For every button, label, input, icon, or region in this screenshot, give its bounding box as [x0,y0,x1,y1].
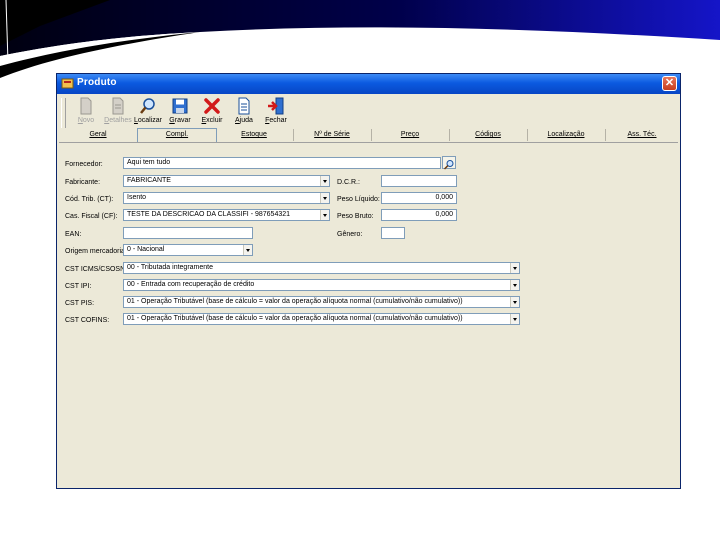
cst-pis-dropdown-icon[interactable] [510,297,519,307]
origin-select[interactable]: 0 - Nacional [123,244,253,256]
tab-estoque[interactable]: Estoque [215,129,294,141]
genre-field[interactable] [381,227,405,239]
tab-numero-serie[interactable]: Nº de Série [293,129,372,141]
tab-preco-label: Preço [400,131,420,138]
cst-ipi-select[interactable]: 00 - Entrada com recuperação de crédito [123,279,520,291]
cst-cofins-value: 01 - Operação Tributável (base de cálcul… [127,315,463,322]
tab-codigos-label: Códigos [475,131,501,138]
cst-cofins-select[interactable]: 01 - Operação Tributável (base de cálcul… [123,313,520,325]
net-weight-label: Peso Líquido: [337,196,380,203]
dcr-label: D.C.R.: [337,179,360,186]
manufacturer-value: FABRICANTE [127,177,171,184]
cst-pis-select[interactable]: 01 - Operação Tributável (base de cálcul… [123,296,520,308]
fiscal-class-select[interactable]: TESTE DA DESCRICAO DA CLASSIFI - 9876543… [123,209,330,221]
fiscal-class-label: Cas. Fiscal (CF): [65,213,118,220]
cst-icms-select[interactable]: 00 - Tributada integramente [123,262,520,274]
genre-label: Gênero: [337,231,363,238]
fiscal-class-dropdown-icon[interactable] [320,210,329,220]
tab-geral[interactable]: Geral [59,129,138,141]
cst-cofins-label: CST COFINS: [65,317,110,324]
cst-icms-label: CST ICMS/CSOSN: [65,266,128,273]
tab-numero-serie-label: Nº de Série [314,131,350,138]
search-icon [140,98,155,114]
cst-ipi-value: 00 - Entrada com recuperação de crédito [127,281,255,288]
toolbar-grip[interactable] [61,98,66,128]
fiscal-class-value: TESTE DA DESCRICAO DA CLASSIFI - 9876543… [127,211,291,218]
cst-ipi-label: CST IPI: [65,283,92,290]
details-document-icon [112,97,124,115]
new-document-icon [80,97,92,115]
window-titlebar[interactable]: Produto ✕ [57,74,680,94]
window-title: Produto [77,77,117,88]
tab-preco[interactable]: Preço [371,129,450,141]
save-icon [172,98,188,114]
exit-icon [268,97,284,115]
supplier-label: Fornecedor: [65,161,103,168]
manufacturer-dropdown-icon[interactable] [320,176,329,186]
cst-pis-label: CST PIS: [65,300,95,307]
search-icon [443,160,454,170]
header-swoosh-decoration [0,0,720,78]
tab-geral-label: Geral [89,131,107,138]
dcr-field[interactable] [381,175,457,187]
ean-field[interactable] [123,227,253,239]
supplier-field[interactable]: Aqui tem tudo [123,157,441,169]
origin-dropdown-icon[interactable] [243,245,252,255]
tab-codigos[interactable]: Códigos [449,129,528,141]
supplier-search-button[interactable] [442,156,456,170]
tax-code-dropdown-icon[interactable] [320,193,329,203]
gross-weight-field[interactable]: 0,000 [381,209,457,221]
cst-pis-value: 01 - Operação Tributável (base de cálcul… [127,298,463,305]
delete-icon [204,98,220,114]
tab-assistencia-tecnica-label: Ass. Téc. [627,131,657,138]
gross-weight-label: Peso Bruto: [337,213,374,220]
help-icon [238,97,250,115]
window-close-button[interactable]: ✕ [662,76,677,91]
net-weight-field[interactable]: 0,000 [381,192,457,204]
cst-icms-value: 00 - Tributada integramente [127,264,213,271]
compl-form: Fornecedor: Aqui tem tudo Fabricante: FA… [57,144,680,488]
tab-estoque-label: Estoque [241,131,267,138]
cst-icms-dropdown-icon[interactable] [510,263,519,273]
tax-code-label: Cód. Trib. (CT): [65,196,114,203]
cst-ipi-dropdown-icon[interactable] [510,280,519,290]
ean-label: EAN: [65,231,82,238]
tab-localizacao[interactable]: Localização [527,129,606,141]
origin-value: 0 - Nacional [127,246,165,253]
tab-bar: Geral Compl. Estoque Nº de Série Preço C… [59,128,679,143]
tab-compl-label: Compl. [165,131,189,138]
close-button[interactable]: Fechar [257,97,295,129]
tab-assistencia-tecnica[interactable]: Ass. Téc. [605,129,679,141]
manufacturer-label: Fabricante: [65,179,101,186]
origin-label: Origem mercadoria: [65,248,127,255]
manufacturer-select[interactable]: FABRICANTE [123,175,330,187]
tab-compl[interactable]: Compl. [137,128,217,142]
tab-localizacao-label: Localização [547,131,585,138]
cst-cofins-dropdown-icon[interactable] [510,314,519,324]
product-window: Produto ✕ Novo Detalhes Localizar Gravar… [56,73,681,489]
toolbar: Novo Detalhes Localizar Gravar Excluir A… [61,96,676,130]
app-icon [61,78,74,89]
tax-code-value: Isento [127,194,147,201]
tax-code-select[interactable]: Isento [123,192,330,204]
close-button-label: Fechar [265,117,287,124]
